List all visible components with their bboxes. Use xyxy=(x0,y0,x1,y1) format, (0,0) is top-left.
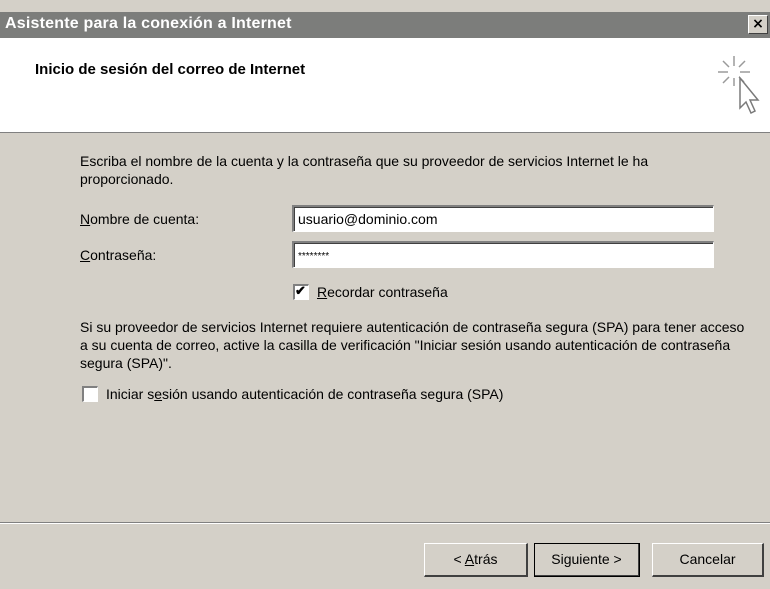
spa-description: Si su proveedor de servicios Internet re… xyxy=(80,319,745,371)
password-input[interactable] xyxy=(292,241,714,268)
close-button[interactable]: × xyxy=(748,15,768,34)
account-name-label-accel: N xyxy=(80,211,91,227)
wizard-cursor-sparkle-icon xyxy=(718,56,760,115)
spa-label-pre: Iniciar s xyxy=(106,386,155,402)
wizard-window: Asistente para la conexión a Internet × … xyxy=(0,0,770,589)
password-label-rest: ontraseña: xyxy=(90,247,157,263)
account-name-label-rest: ombre de cuenta: xyxy=(90,211,200,227)
back-button-pre: < xyxy=(453,551,465,567)
remember-password-label-accel: R xyxy=(317,284,328,300)
title-bar[interactable]: Asistente para la conexión a Internet × xyxy=(0,12,770,38)
account-name-label: Nombre de cuenta: xyxy=(80,211,199,227)
back-button-post: trás xyxy=(474,551,498,567)
cancel-button[interactable]: Cancelar xyxy=(652,543,764,577)
page-heading: Inicio de sesión del correo de Internet xyxy=(35,61,306,78)
spa-option[interactable]: Iniciar sesión usando autenticación de c… xyxy=(82,386,503,402)
spa-label-post: sión usando autenticación de contraseña … xyxy=(162,386,504,402)
next-button[interactable]: Siguiente > xyxy=(534,543,640,577)
checkmark-icon: ✔ xyxy=(295,283,306,298)
remember-password-checkbox[interactable]: ✔ xyxy=(293,283,309,300)
back-button[interactable]: < Atrás xyxy=(424,543,528,577)
remember-password-label: Recordar contraseña xyxy=(317,284,448,300)
remember-password-label-rest: ecordar contraseña xyxy=(327,284,448,300)
intro-text: Escriba el nombre de la cuenta y la cont… xyxy=(80,153,649,187)
window-title: Asistente para la conexión a Internet xyxy=(5,15,292,32)
wizard-body: Escriba el nombre de la cuenta y la cont… xyxy=(0,134,770,524)
spa-label: Iniciar sesión usando autenticación de c… xyxy=(106,386,503,402)
password-label-accel: C xyxy=(80,247,91,263)
spa-label-accel: e xyxy=(154,386,163,402)
close-icon: × xyxy=(752,16,764,32)
remember-password-option[interactable]: ✔ Recordar contraseña xyxy=(293,283,448,300)
spa-checkbox[interactable] xyxy=(82,386,98,402)
wizard-header: Inicio de sesión del correo de Internet xyxy=(0,38,770,133)
footer-divider xyxy=(0,522,770,524)
back-button-accel: A xyxy=(464,551,475,567)
password-label: Contraseña: xyxy=(80,247,156,263)
account-name-input[interactable] xyxy=(292,205,714,232)
